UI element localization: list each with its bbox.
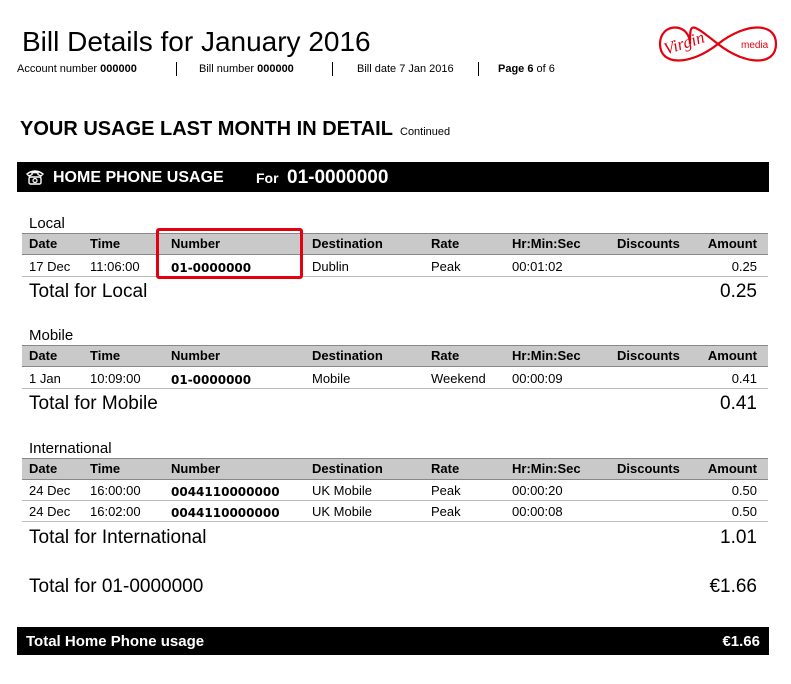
column-header-time: Time: [90, 348, 121, 363]
cell-date: 17 Dec: [29, 259, 71, 274]
telephone-icon: [25, 170, 45, 185]
column-header-number: Number: [171, 348, 221, 363]
table-row: 17 Dec 11:06:00 01-0000000 Dublin Peak 0…: [22, 256, 768, 277]
grand-total-label: Total Home Phone usage: [26, 633, 205, 650]
column-header-number: Number: [171, 461, 221, 476]
bill-number-label: Bill number: [199, 63, 255, 75]
cell-duration: 00:00:08: [512, 504, 563, 519]
cell-destination: Dublin: [312, 259, 349, 274]
cell-rate: Peak: [431, 504, 461, 519]
section-subtitle: Continued: [400, 126, 451, 138]
number-column-highlight: [156, 228, 303, 279]
cell-rate: Peak: [431, 483, 461, 498]
bill-number-value: 000000: [257, 63, 294, 75]
column-header-time: Time: [90, 461, 121, 476]
section-title: YOUR USAGE LAST MONTH IN DETAIL: [20, 118, 393, 140]
page-current: 6: [527, 63, 534, 75]
total-international-value: 1.01: [720, 527, 757, 548]
meta-divider: [478, 62, 479, 76]
home-phone-usage-label: HOME PHONE USAGE: [53, 169, 224, 186]
table-header: Date Time Number Destination Rate Hr:Min…: [22, 458, 768, 480]
home-phone-for-label: For: [256, 170, 279, 186]
cell-date: 1 Jan: [29, 371, 61, 386]
logo-brand-text: Virgin: [661, 28, 706, 59]
bill-date: Bill date 7 Jan 2016: [357, 63, 454, 75]
column-header-rate: Rate: [431, 236, 460, 251]
total-international-label: Total for International: [29, 527, 207, 548]
cell-amount: 0.50: [731, 504, 757, 519]
cell-date: 24 Dec: [29, 504, 71, 519]
line-total-label: Total for 01-0000000: [29, 576, 204, 597]
page-label: Page: [498, 63, 525, 75]
total-local-label: Total for Local: [29, 281, 148, 302]
total-mobile-value: 0.41: [720, 393, 757, 414]
column-header-destination: Destination: [312, 236, 383, 251]
column-header-discounts: Discounts: [617, 461, 680, 476]
table-header: Date Time Number Destination Rate Hr:Min…: [22, 345, 768, 367]
cell-amount: 0.25: [731, 259, 757, 274]
cell-time: 10:09:00: [90, 371, 141, 386]
home-phone-number: 01-0000000: [287, 167, 389, 188]
grand-total-value: €1.66: [722, 633, 760, 650]
column-header-discounts: Discounts: [617, 348, 680, 363]
total-mobile-label: Total for Mobile: [29, 393, 158, 414]
cell-rate: Weekend: [431, 371, 486, 386]
column-header-duration: Hr:Min:Sec: [512, 348, 581, 363]
column-header-amount: Amount: [707, 236, 757, 251]
column-header-destination: Destination: [312, 348, 383, 363]
account-number-value: 000000: [100, 63, 137, 75]
column-header-date: Date: [29, 461, 58, 476]
table-row: 24 Dec 16:00:00 0044110000000 UK Mobile …: [22, 480, 768, 501]
column-header-duration: Hr:Min:Sec: [512, 461, 581, 476]
column-header-duration: Hr:Min:Sec: [512, 236, 581, 251]
group-title-mobile: Mobile: [29, 327, 74, 344]
group-title-international: International: [29, 440, 112, 457]
total-local-value: 0.25: [720, 281, 757, 302]
account-number-label: Account number: [17, 63, 98, 75]
meta-divider: [332, 62, 333, 76]
account-number: Account number 000000: [17, 62, 137, 76]
page-of: of 6: [536, 63, 555, 75]
table-row: 24 Dec 16:02:00 0044110000000 UK Mobile …: [22, 501, 768, 522]
cell-amount: 0.50: [731, 483, 757, 498]
meta-divider: [176, 62, 177, 76]
group-title-local: Local: [29, 215, 65, 232]
cell-time: 11:06:00: [90, 259, 140, 274]
cell-destination: UK Mobile: [312, 504, 372, 519]
table-row: 1 Jan 10:09:00 01-0000000 Mobile Weekend…: [22, 368, 768, 389]
cell-number: 01-0000000: [171, 373, 252, 387]
column-header-amount: Amount: [707, 461, 757, 476]
cell-duration: 00:00:20: [512, 483, 563, 498]
cell-amount: 0.41: [731, 371, 757, 386]
logo-sub-text: media: [741, 40, 769, 51]
table-header: Date Time Number Destination Rate Hr:Min…: [22, 233, 768, 255]
column-header-rate: Rate: [431, 348, 460, 363]
column-header-rate: Rate: [431, 461, 460, 476]
cell-destination: UK Mobile: [312, 483, 372, 498]
cell-number: 0044110000000: [171, 485, 280, 499]
page-title: Bill Details for January 2016: [22, 26, 371, 57]
column-header-amount: Amount: [707, 348, 757, 363]
cell-duration: 00:01:02: [512, 259, 563, 274]
cell-duration: 00:00:09: [512, 371, 563, 386]
column-header-destination: Destination: [312, 461, 383, 476]
cell-time: 16:00:00: [90, 483, 141, 498]
page-indicator: Page 6 of 6: [498, 62, 555, 76]
cell-destination: Mobile: [312, 371, 351, 386]
line-total-value: €1.66: [709, 576, 757, 597]
column-header-date: Date: [29, 348, 58, 363]
column-header-time: Time: [90, 236, 121, 251]
cell-rate: Peak: [431, 259, 461, 274]
total-home-phone-usage-bar: Total Home Phone usage €1.66: [17, 627, 769, 655]
cell-date: 24 Dec: [29, 483, 71, 498]
column-header-date: Date: [29, 236, 58, 251]
virgin-media-logo: Virgin media: [658, 26, 778, 62]
bill-number: Bill number 000000: [199, 62, 294, 76]
cell-time: 16:02:00: [90, 504, 141, 519]
cell-number: 0044110000000: [171, 506, 280, 520]
column-header-discounts: Discounts: [617, 236, 680, 251]
home-phone-usage-bar: HOME PHONE USAGE For 01-0000000: [17, 162, 769, 192]
